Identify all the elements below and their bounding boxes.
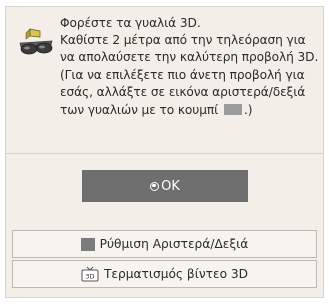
left-right-setting-button[interactable]: Ρύθμιση Αριστερά/Δεξιά <box>12 230 317 258</box>
left-right-setting-label: Ρύθμιση Αριστερά/Δεξιά <box>99 237 249 251</box>
ok-button-label: OK <box>161 178 180 194</box>
end-3d-video-label: Τερματισμός βίντεο 3D <box>103 267 249 281</box>
3d-glasses-dialog: Φορέστε τα γυαλιά 3D. Καθίστε 2 μέτρα απ… <box>5 6 324 298</box>
message-area: Φορέστε τα γυαλιά 3D. Καθίστε 2 μέτρα απ… <box>18 15 318 157</box>
gray-key-icon <box>223 103 242 115</box>
ok-circle-icon <box>150 181 160 191</box>
ok-button[interactable]: OK <box>82 170 248 202</box>
dialog-title: Φορέστε τα γυαλιά 3D. <box>60 16 201 30</box>
svg-text:3D: 3D <box>85 273 94 281</box>
dialog-message-end: .) <box>243 102 253 117</box>
3d-glasses-icon <box>19 28 53 55</box>
dialog-message-text: Καθίστε 2 μέτρα από την τηλεόραση για να… <box>60 33 319 117</box>
dialog-message: Καθίστε 2 μέτρα από την τηλεόραση για να… <box>60 32 322 119</box>
divider <box>6 153 323 154</box>
end-3d-video-button[interactable]: 3D Τερματισμός βίντεο 3D <box>12 260 317 288</box>
gray-square-icon <box>80 237 95 251</box>
tv-3d-icon: 3D <box>81 266 99 282</box>
